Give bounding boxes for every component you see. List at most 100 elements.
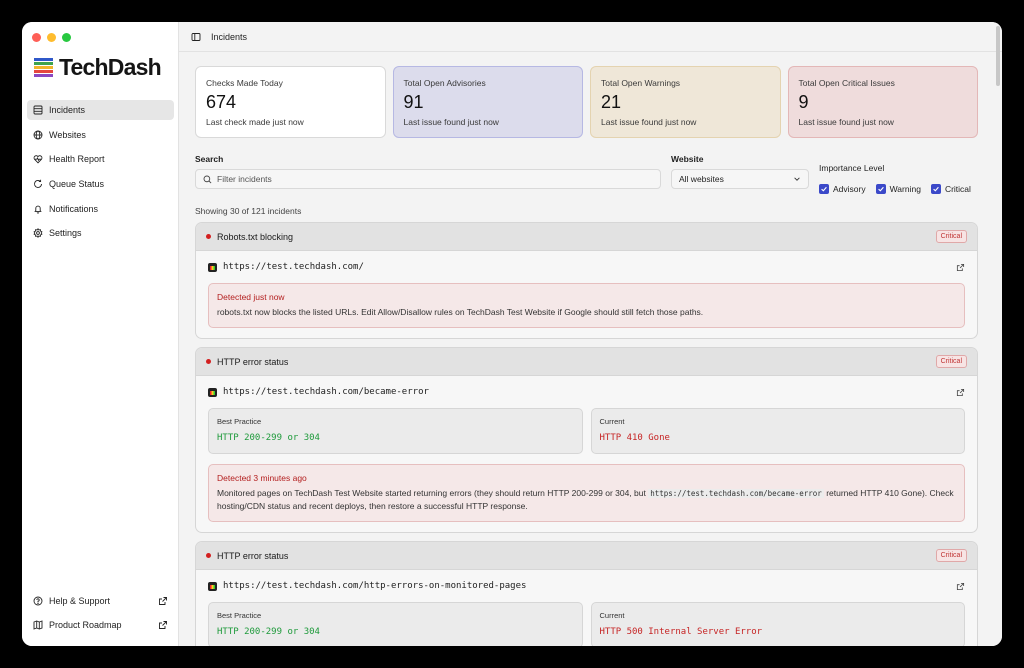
site-favicon-icon [208,387,217,397]
stat-value: 21 [601,92,622,112]
sidebar-item-queue-status[interactable]: Queue Status [27,174,174,194]
checkbox-checked-icon [930,184,941,194]
best-practice-value: HTTP 200-299 or 304 [217,433,320,443]
search-box[interactable] [195,169,661,189]
incident-title: HTTP error status [217,356,289,367]
search-label: Search [195,154,224,164]
sidebar-toggle-icon[interactable] [191,32,201,42]
results-count: Showing 30 of 121 incidents [195,206,302,216]
list-icon [33,105,43,115]
sidebar-item-label: Health Report [49,154,105,165]
sidebar-item-label: Incidents [49,105,86,115]
alert-text: Monitored pages on TechDash Test Website… [217,487,956,513]
external-link-icon [159,596,167,605]
sidebar-item-health-report[interactable]: Health Report [27,149,174,169]
severity-badge: Critical [935,549,967,562]
critical-checkbox[interactable]: Critical [930,184,971,194]
sidebar-footer: Help & Support Product Roadmap [27,591,174,640]
app-logo[interactable]: TechDash [34,54,162,81]
current-value: HTTP 500 Internal Server Error [599,627,763,637]
refresh-icon [34,179,42,188]
importance-label: Importance Level [819,163,885,173]
current-value: HTTP 410 Gone [599,433,670,443]
sidebar-item-label: Notifications [49,203,99,214]
sidebar-item-label: Product Roadmap [49,620,122,631]
incident-header[interactable]: HTTP error status Critical [196,348,977,376]
sidebar-nav: Incidents Websites Health Report Queue S… [27,100,174,248]
help-icon [33,596,43,606]
scrollbar[interactable] [996,26,1000,86]
sidebar-item-settings[interactable]: Settings [27,223,174,243]
warning-checkbox[interactable]: Warning [875,184,921,194]
sidebar-item-help-support[interactable]: Help & Support [27,591,174,611]
stat-value: 9 [798,92,809,112]
chevron-down-icon [794,177,800,181]
stats-row: Checks Made Today 674 Last check made ju… [195,66,978,138]
external-link-icon[interactable] [956,263,965,272]
checkbox-checked-icon [819,184,829,194]
search-input[interactable] [217,174,637,184]
stat-label: Checks Made Today [206,78,283,88]
sidebar-item-label: Websites [49,129,86,140]
alert-text-part: Monitored pages on TechDash Test Website… [217,488,646,498]
critical-dot-icon [206,359,211,364]
external-link-icon[interactable] [956,388,965,397]
incident-header[interactable]: Robots.txt blocking Critical [196,223,977,251]
alert-title: Detected just now [217,292,285,302]
incident-title: HTTP error status [217,550,289,561]
checkbox-label: Advisory [833,184,866,194]
website-label: Website [671,154,704,164]
current-label: Current [599,417,625,426]
best-practice-value: HTTP 200-299 or 304 [217,627,320,637]
zoom-window-button[interactable] [62,33,71,42]
incident-alert: Detected just now robots.txt now blocks … [208,283,965,328]
close-window-button[interactable] [32,33,41,42]
incidents-content: Checks Made Today 674 Last check made ju… [195,66,978,646]
incident-card: Robots.txt blocking Critical https://tes… [195,222,978,339]
best-practice-label: Best Practice [217,417,262,426]
sidebar-item-notifications[interactable]: Notifications [27,199,174,219]
sidebar-item-label: Queue Status [49,179,105,190]
gear-icon [33,228,43,239]
best-practice-box: Best Practice HTTP 200-299 or 304 [208,602,583,646]
incident-card: HTTP error status Critical https://test.… [195,541,978,646]
map-icon [33,620,43,630]
checkbox-checked-icon [875,184,886,194]
incident-title: Robots.txt blocking [217,231,294,242]
stat-card-critical: Total Open Critical Issues 9 Last issue … [787,66,978,138]
window-controls [32,33,71,42]
incident-url: https://test.techdash.com/http-errors-on… [223,581,527,591]
website-select[interactable]: All websites [671,169,809,189]
importance-checkboxes: Advisory Warning Critical [819,184,971,194]
stat-label: Total Open Advisories [403,78,486,88]
incident-card: HTTP error status Critical https://test.… [195,347,978,533]
site-favicon-icon [208,581,217,591]
website-select-value: All websites [679,174,724,184]
comparison-row: Best Practice HTTP 200-299 or 304 Curren… [208,408,965,454]
external-link-icon[interactable] [956,582,965,591]
incident-header[interactable]: HTTP error status Critical [196,542,977,570]
stat-subtext: Last issue found just now [798,117,894,127]
stat-card-advisories: Total Open Advisories 91 Last issue foun… [392,66,583,138]
stat-card-checks: Checks Made Today 674 Last check made ju… [195,66,386,138]
sidebar: TechDash Incidents Websites Health Repor… [22,22,179,646]
sidebar-item-product-roadmap[interactable]: Product Roadmap [27,615,174,635]
sidebar-item-websites[interactable]: Websites [27,125,174,145]
incident-alert: Detected 3 minutes ago Monitored pages o… [208,464,965,522]
minimize-window-button[interactable] [47,33,56,42]
stat-subtext: Last check made just now [206,117,304,127]
sidebar-item-incidents[interactable]: Incidents [27,100,174,120]
stat-label: Total Open Warnings [601,78,681,88]
stat-label: Total Open Critical Issues [798,78,895,88]
stat-subtext: Last issue found just now [601,117,697,127]
heart-pulse-icon [33,155,43,164]
main-panel: Incidents Checks Made Today 674 Last che… [179,22,1002,646]
advisory-checkbox[interactable]: Advisory [819,184,866,194]
page-title: Incidents [211,31,248,42]
best-practice-label: Best Practice [217,611,262,620]
search-icon [203,175,212,183]
stat-subtext: Last issue found just now [403,117,499,127]
top-bar: Incidents [179,22,1002,52]
critical-dot-icon [206,234,211,239]
severity-badge: Critical [935,355,967,368]
